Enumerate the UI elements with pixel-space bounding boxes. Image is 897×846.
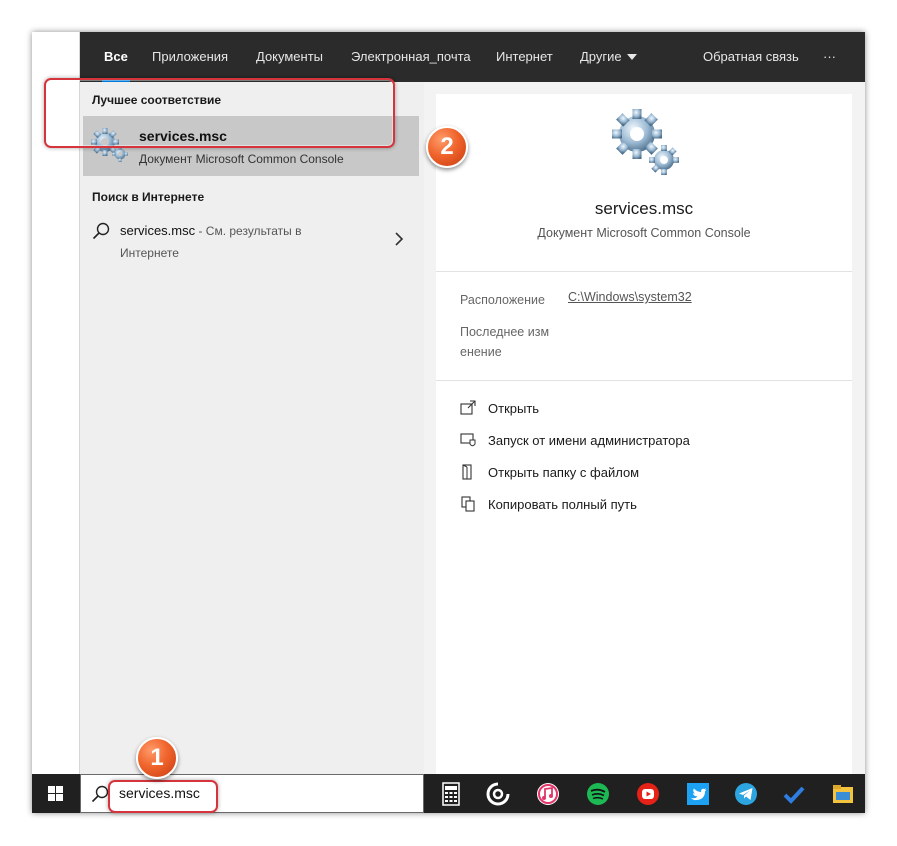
admin-shield-icon (460, 433, 476, 447)
action-copy-path-label: Копировать полный путь (488, 497, 637, 512)
copy-icon (461, 496, 475, 512)
tab-apps[interactable]: Приложения (152, 32, 228, 82)
preview-subtitle: Документ Microsoft Common Console (537, 226, 751, 240)
tab-email[interactable]: Электронная_почта (351, 32, 471, 82)
divider (436, 380, 852, 381)
location-label: Расположение (460, 293, 545, 307)
web-search-item[interactable]: services.msc - См. результаты в Интернет… (80, 210, 424, 266)
tab-more-label: Другие (580, 49, 622, 64)
chevron-down-icon (626, 53, 637, 60)
tab-all[interactable]: Все (102, 32, 130, 82)
folder-open-icon (462, 464, 472, 480)
search-filter-tabs: Все Приложения Документы Электронная_поч… (80, 32, 865, 82)
step-badge-1: 1 (136, 737, 178, 779)
action-open-folder-label: Открыть папку с файлом (488, 465, 640, 480)
preview-title: services.msc (594, 199, 694, 218)
action-run-as-admin-label: Запуск от имени администратора (488, 433, 690, 448)
youtube-icon[interactable] (632, 778, 664, 810)
search-icon (92, 222, 110, 240)
best-match-highlight (44, 78, 395, 148)
modified-label-line1: Последнее изм (460, 325, 550, 339)
feedback-link[interactable]: Обратная связь (703, 32, 799, 82)
windows-start-icon[interactable] (32, 774, 80, 813)
calculator-icon[interactable] (435, 778, 467, 810)
gear-icon (612, 109, 679, 175)
search-icon (91, 785, 109, 803)
step-badge-2: 2 (426, 126, 468, 168)
modified-label-line2: енение (460, 345, 502, 359)
results-panel: Лучшее соответствие services.msc Докумен… (80, 82, 424, 774)
more-options-button[interactable]: ··· (823, 32, 836, 82)
preview-card: services.msc Документ Microsoft Common C… (436, 94, 852, 774)
location-link[interactable]: C:\Windows\system32 (568, 290, 692, 304)
spotify-icon[interactable] (582, 778, 614, 810)
file-explorer-icon[interactable] (827, 778, 859, 810)
cortana-ring-icon[interactable] (482, 778, 514, 810)
web-search-heading: Поиск в Интернете (92, 190, 205, 204)
open-icon (460, 400, 476, 415)
web-search-query: services.msc (120, 223, 196, 238)
best-match-subtitle: Документ Microsoft Common Console (139, 152, 344, 166)
search-text-highlight (108, 780, 218, 813)
action-open-folder[interactable]: Открыть папку с файлом (460, 462, 840, 484)
telegram-icon[interactable] (730, 778, 762, 810)
divider (436, 271, 852, 272)
tab-documents[interactable]: Документы (256, 32, 323, 82)
itunes-icon[interactable] (532, 778, 564, 810)
twitter-icon[interactable] (682, 778, 714, 810)
chevron-right-icon[interactable] (394, 232, 404, 246)
action-run-as-admin[interactable]: Запуск от имени администратора (460, 430, 840, 452)
tab-internet[interactable]: Интернет (496, 32, 553, 82)
action-open[interactable]: Открыть (460, 398, 840, 420)
action-copy-path[interactable]: Копировать полный путь (460, 494, 840, 516)
todo-check-icon[interactable] (778, 778, 810, 810)
action-open-label: Открыть (488, 401, 540, 416)
tab-more[interactable]: Другие (580, 32, 637, 82)
preview-panel: services.msc Документ Microsoft Common C… (424, 82, 865, 774)
web-search-text: services.msc - См. результаты в Интернет… (120, 220, 360, 264)
